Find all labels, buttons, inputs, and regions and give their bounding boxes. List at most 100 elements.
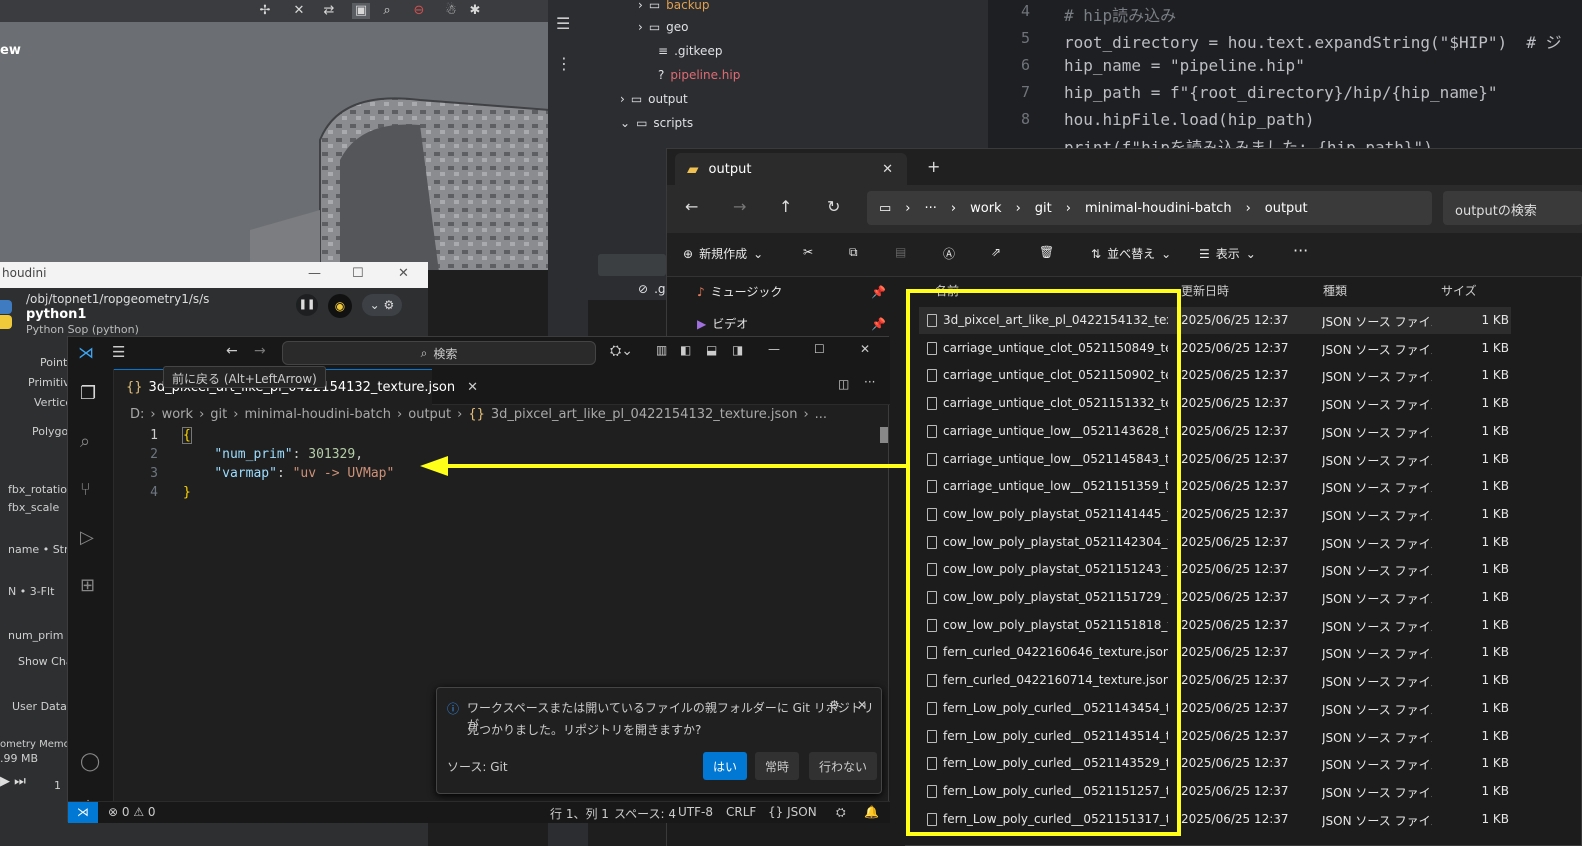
playback-controls[interactable]: ▶ ⏭ [0,774,56,796]
more-icon[interactable]: ··· [925,201,937,216]
tree-item-pipeline-hip[interactable]: ? pipeline.hip [658,64,740,86]
new-button[interactable]: ⊕ 新規作成 ⌄ [683,245,763,262]
record-icon[interactable]: ⊖ [410,3,428,19]
rename-icon[interactable]: Ⓐ [943,245,955,262]
cook-button[interactable]: ◉ [328,294,352,318]
search-icon[interactable]: ⌕ [80,431,102,453]
show-chart-toggle[interactable]: Show Cha [18,655,73,668]
structure-icon[interactable]: ☰ [556,14,576,34]
pause-button[interactable]: ❚❚ [296,294,318,316]
tree-item-output[interactable]: › ▭ output [620,88,688,110]
display-icon[interactable]: ▣ [352,3,370,19]
delete-icon[interactable]: 🗑 [1039,245,1054,259]
explorer-icon[interactable]: ❐ [80,383,102,405]
encoding[interactable]: UTF-8 [678,805,713,819]
minimize-icon[interactable]: — [308,266,322,282]
more-icon[interactable]: ⋮ [556,54,576,74]
tree-item-geo[interactable]: › ▭ geo [638,16,689,38]
code-line: # hip読み込み [1064,6,1177,25]
copilot-icon[interactable]: ⛭⌄ [610,343,633,359]
extensions-icon[interactable]: ⊞ [80,575,102,597]
forward-arrow-icon[interactable]: → [254,343,266,359]
handle-icon[interactable]: ✕ [290,3,308,19]
view-button[interactable]: ☰ 表示 ⌄ [1199,245,1256,262]
back-arrow-icon[interactable]: ← [226,343,238,359]
minimize-icon[interactable]: — [768,342,780,356]
never-button[interactable]: 行わない [809,752,878,780]
close-icon[interactable]: ✕ [398,266,412,282]
sort-button[interactable]: ⇅ 並べ替え ⌄ [1091,245,1171,262]
snap-icon[interactable]: ⇄ [320,3,338,19]
refresh-icon[interactable]: ↻ [827,197,840,216]
tree-item-gitkeep[interactable]: ≡ .gitkeep [658,40,722,62]
transform-icon[interactable]: ✢ [256,3,274,19]
col-date[interactable]: 更新日時 [1181,282,1229,299]
back-icon[interactable]: ← [685,197,698,216]
scrollbar-thumb[interactable] [880,427,888,443]
maximize-icon[interactable]: ☐ [352,266,366,282]
settings-icon[interactable]: ✱ [466,3,484,19]
explorer-tab[interactable]: ▰ output ✕ [675,153,907,185]
git-notification: ⓘ ワークスペースまたは開いているファイルの親フォルダーに Git リポジトリが… [436,687,882,794]
layout-icon[interactable]: ▥ [656,343,667,357]
close-icon[interactable]: ✕ [857,698,867,712]
close-tab-icon[interactable]: ✕ [882,162,893,177]
file-type: JSON ソース ファイル [1322,536,1432,551]
zoom-icon[interactable]: ⌕ [378,3,396,19]
address-path[interactable]: ▭ › ··· › work › git › minimal-houdini-batch ›… [867,191,1432,225]
houdini-viewport[interactable]: ✢ ✕ ⇄ ▣ ⌕ ⊖ ☃ ✱ ew [0,0,548,270]
more-actions-icon[interactable]: ··· [864,375,875,389]
col-type[interactable]: 種類 [1323,282,1347,299]
file-size: 1 KB [1481,562,1509,577]
copilot-status-icon[interactable]: ⛭ [836,805,846,820]
file-size: 1 KB [1481,811,1509,826]
command-center-search[interactable]: ⌕ 検索 [282,341,596,365]
split-editor-icon[interactable]: ◫ [838,377,849,391]
explorer-search[interactable]: outputの検索 [1443,191,1582,225]
menu-icon[interactable]: ☰ [112,343,125,361]
cut-icon[interactable]: ✂ [803,245,813,259]
paste-icon[interactable]: ▤ [895,245,906,259]
forward-icon[interactable]: → [733,197,746,216]
line-ending[interactable]: CRLF [726,805,756,819]
new-tab-button[interactable]: + [927,157,940,176]
col-size[interactable]: サイズ [1441,282,1477,299]
indentation[interactable]: スペース: 4 [614,805,676,822]
cursor-position[interactable]: 行 1、列 1 [550,805,609,822]
attr-num-prim: num_prim [8,629,64,642]
account-icon[interactable]: ◯ [80,751,102,773]
crumb-work[interactable]: work [970,201,1001,216]
yes-button[interactable]: はい [703,752,748,780]
gear-menu-button[interactable]: ⌄ ⚙ [362,294,402,316]
source-control-icon[interactable]: ⑂ [80,479,102,501]
more-options-icon[interactable]: ··· [1293,241,1308,260]
tree-item-fragment-g[interactable]: ⊘ .g [638,278,666,300]
copy-icon[interactable]: ⧉ [849,245,858,260]
close-tab-icon[interactable]: ✕ [467,380,478,395]
close-icon[interactable]: ✕ [860,342,870,356]
share-icon[interactable]: ⇗ [991,245,1001,259]
crumb-output[interactable]: output [1265,201,1308,216]
toggle-sidebar-icon[interactable]: ◧ [680,343,691,357]
tree-item-scripts[interactable]: ⌄ ▭ scripts [620,112,693,134]
up-icon[interactable]: ↑ [779,197,792,216]
always-button[interactable]: 常時 [755,752,800,780]
run-debug-icon[interactable]: ▷ [80,527,102,549]
notifications-icon[interactable]: 🔔 [864,805,879,819]
maximize-icon[interactable]: ☐ [814,342,825,356]
pin-icon[interactable]: 📌 [871,317,886,331]
crumb-minimal-houdini-batch[interactable]: minimal-houdini-batch [1085,201,1232,216]
lock-icon[interactable]: ☃ [442,3,460,19]
problems-indicator[interactable]: ⊗ 0 ⚠ 0 [108,805,156,819]
nav-music[interactable]: ♪ ミュージック [697,283,782,300]
pin-icon[interactable]: 📌 [871,285,886,299]
toggle-panel-icon[interactable]: ⬓ [706,343,717,357]
toggle-secondary-icon[interactable]: ◨ [732,343,743,357]
nav-videos[interactable]: ▶ ビデオ [697,315,748,332]
crumb-git[interactable]: git [1035,201,1052,216]
language-mode[interactable]: {} JSON [768,805,817,819]
file-type: JSON ソース ファイル [1322,675,1432,690]
remote-icon[interactable]: ⋊ [68,802,98,823]
tree-item-backup[interactable]: › ▭ backup [638,0,710,16]
gear-icon[interactable]: ⚙ [829,698,840,712]
